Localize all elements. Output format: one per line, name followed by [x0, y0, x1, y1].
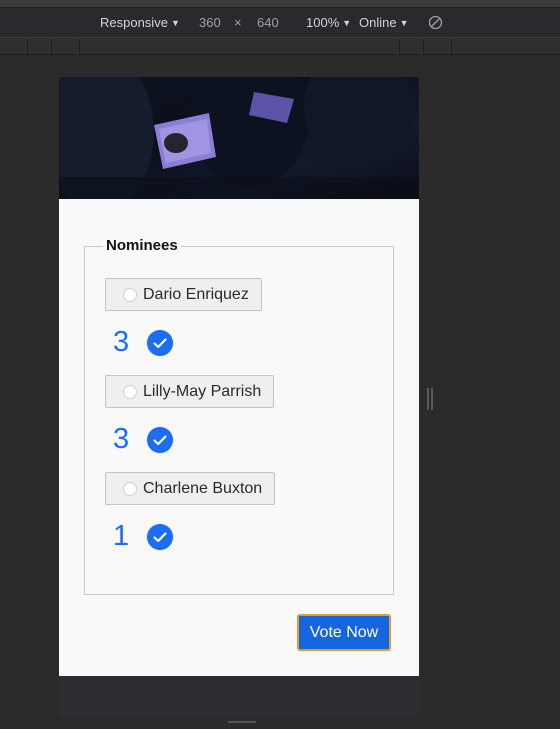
caret-down-icon: ▼: [170, 18, 180, 28]
vote-form: Nominees Dario Enriquez 3 Lilly-May Parr…: [59, 199, 419, 676]
radio-icon[interactable]: [123, 287, 137, 302]
ruler-segment: [27, 39, 51, 55]
hero-photo-people-icon: [59, 77, 419, 199]
devtools-top-strip: [0, 0, 560, 8]
zoom-select[interactable]: 100% ▼: [306, 15, 351, 30]
vote-count: 1: [113, 520, 130, 552]
vote-count: 3: [113, 326, 130, 358]
nominee-option[interactable]: Charlene Buxton: [105, 472, 276, 505]
zoom-label: 100%: [306, 15, 340, 30]
bottom-resize-grip[interactable]: [228, 721, 256, 723]
caret-down-icon: ▼: [342, 18, 352, 28]
nominee-name: Dario Enriquez: [143, 285, 249, 303]
nominees-legend: Nominees: [103, 237, 181, 254]
device-mode-select[interactable]: Responsive ▼: [100, 15, 180, 30]
nominee-option[interactable]: Lilly-May Parrish: [105, 375, 275, 408]
radio-icon[interactable]: [123, 481, 137, 496]
viewport-width-input[interactable]: 360: [199, 15, 221, 30]
ruler-segment: [79, 39, 399, 55]
ruler-segment: [399, 39, 423, 55]
media-query-ruler[interactable]: [0, 39, 560, 55]
resize-handle[interactable]: [427, 388, 433, 410]
device-viewport: Nominees Dario Enriquez 3 Lilly-May Parr…: [59, 77, 419, 717]
rotate-icon[interactable]: [428, 15, 443, 30]
ruler-segment: [451, 39, 560, 55]
ruler-segment: [51, 39, 79, 55]
page-below-fold: [59, 676, 419, 717]
vote-now-button[interactable]: Vote Now: [297, 614, 391, 651]
nominee-name: Lilly-May Parrish: [143, 382, 262, 400]
check-circle-icon: [147, 524, 173, 550]
nominee-name: Charlene Buxton: [143, 479, 263, 497]
viewport-height-input[interactable]: 640: [257, 15, 279, 30]
device-toolbar: Responsive ▼ 360 × 640 100% ▼ Online ▼: [0, 8, 560, 38]
ruler-segment: [423, 39, 451, 55]
hero-image: [59, 77, 419, 199]
radio-icon[interactable]: [123, 384, 137, 399]
dimension-separator: ×: [234, 15, 242, 30]
check-circle-icon: [147, 427, 173, 453]
nominee-option[interactable]: Dario Enriquez: [105, 278, 262, 311]
device-mode-label: Responsive: [100, 15, 168, 30]
check-circle-icon: [147, 330, 173, 356]
nominees-fieldset: Nominees Dario Enriquez 3 Lilly-May Parr…: [84, 237, 394, 595]
throttle-select[interactable]: Online ▼: [359, 15, 409, 30]
throttle-label: Online: [359, 15, 397, 30]
vote-count: 3: [113, 423, 130, 455]
caret-down-icon: ▼: [399, 18, 409, 28]
